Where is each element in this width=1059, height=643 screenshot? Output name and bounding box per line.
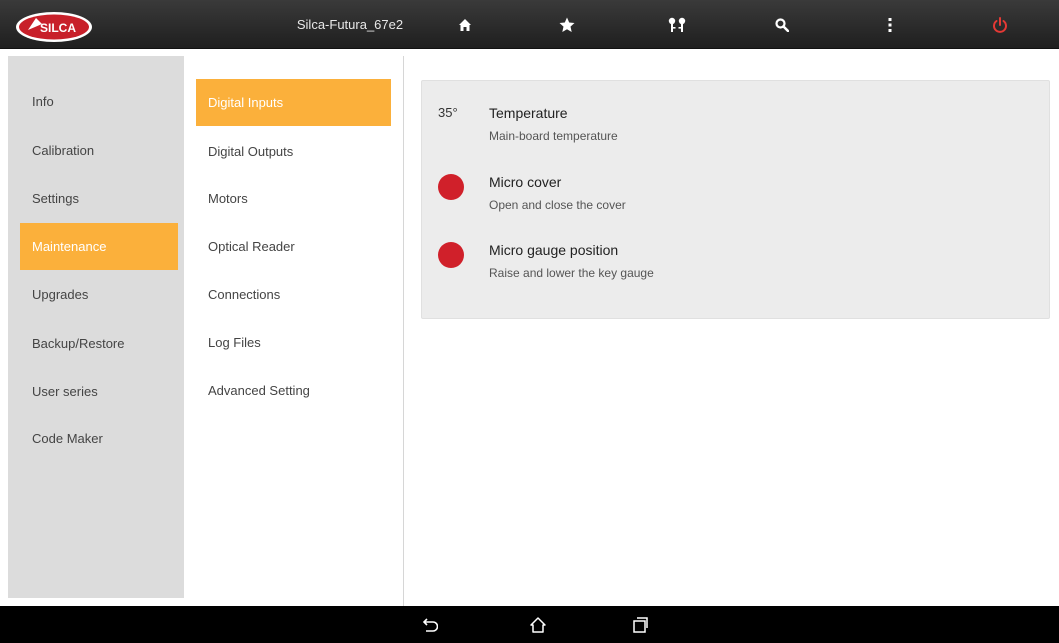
status-indicator (438, 242, 464, 268)
submenu: Digital Inputs Digital Outputs Motors Op… (188, 56, 404, 606)
home-icon[interactable] (443, 0, 487, 49)
input-title: Temperature (489, 105, 568, 121)
sidebar-item-label: Code Maker (32, 431, 103, 446)
submenu-item-label: Digital Inputs (208, 95, 284, 110)
submenu-item-label: Motors (208, 191, 248, 206)
submenu-item-label: Connections (208, 287, 281, 302)
submenu-item-motors[interactable]: Motors (196, 175, 391, 222)
temperature-value: 35° (438, 105, 458, 120)
home-outline-icon[interactable] (518, 606, 558, 643)
top-bar: SILCA Silca-Futura_67e2 (0, 0, 1059, 49)
input-description: Raise and lower the key gauge (489, 266, 654, 280)
search-icon[interactable] (760, 0, 804, 49)
submenu-item-label: Log Files (208, 335, 261, 350)
submenu-item-advanced-setting[interactable]: Advanced Setting (196, 367, 391, 414)
logo-text: SILCA (40, 21, 76, 35)
back-icon[interactable] (409, 606, 449, 643)
input-description: Main-board temperature (489, 129, 618, 143)
submenu-item-label: Digital Outputs (208, 144, 294, 159)
sidebar-item-maintenance[interactable]: Maintenance (20, 223, 178, 270)
device-name: Silca-Futura_67e2 (296, 17, 404, 32)
sidebar-item-label: User series (32, 384, 98, 399)
status-indicator (438, 174, 464, 200)
sidebar-item-info[interactable]: Info (20, 78, 178, 125)
sidebar-item-label: Calibration (32, 143, 95, 158)
sidebar-item-settings[interactable]: Settings (20, 175, 178, 222)
submenu-item-connections[interactable]: Connections (196, 271, 391, 318)
recent-apps-icon[interactable] (620, 606, 660, 643)
sidebar-item-calibration[interactable]: Calibration (20, 127, 178, 174)
keys-icon[interactable] (655, 0, 699, 49)
submenu-item-log-files[interactable]: Log Files (196, 319, 391, 366)
input-row-temperature: 35° Temperature Main-board temperature (422, 99, 1051, 159)
sidebar-item-backup-restore[interactable]: Backup/Restore (20, 320, 178, 367)
more-vert-icon[interactable] (868, 0, 912, 49)
sidebar-item-upgrades[interactable]: Upgrades (20, 271, 178, 318)
input-row-micro-cover: Micro cover Open and close the cover (422, 168, 1051, 228)
input-title: Micro cover (489, 174, 562, 190)
system-nav-bar (0, 606, 1059, 643)
digital-inputs-panel: 35° Temperature Main-board temperature M… (421, 80, 1050, 319)
sidebar-item-label: Info (32, 94, 54, 109)
submenu-item-label: Optical Reader (208, 239, 295, 254)
sidebar-item-code-maker[interactable]: Code Maker (20, 415, 178, 462)
sidebar-item-label: Settings (32, 191, 79, 206)
input-title: Micro gauge position (489, 242, 619, 258)
sidebar-item-user-series[interactable]: User series (20, 368, 178, 415)
sidebar: Info Calibration Settings Maintenance Up… (8, 56, 184, 598)
submenu-item-digital-outputs[interactable]: Digital Outputs (196, 128, 391, 175)
submenu-item-label: Advanced Setting (208, 383, 310, 398)
submenu-item-optical-reader[interactable]: Optical Reader (196, 223, 391, 270)
sidebar-item-label: Upgrades (32, 287, 89, 302)
power-icon[interactable] (978, 0, 1022, 49)
sidebar-item-label: Backup/Restore (32, 336, 125, 351)
input-description: Open and close the cover (489, 198, 626, 212)
submenu-item-digital-inputs[interactable]: Digital Inputs (196, 79, 391, 126)
silca-logo: SILCA (14, 10, 94, 44)
sidebar-item-label: Maintenance (32, 239, 107, 254)
input-row-micro-gauge-position: Micro gauge position Raise and lower the… (422, 236, 1051, 296)
star-icon[interactable] (545, 0, 589, 49)
